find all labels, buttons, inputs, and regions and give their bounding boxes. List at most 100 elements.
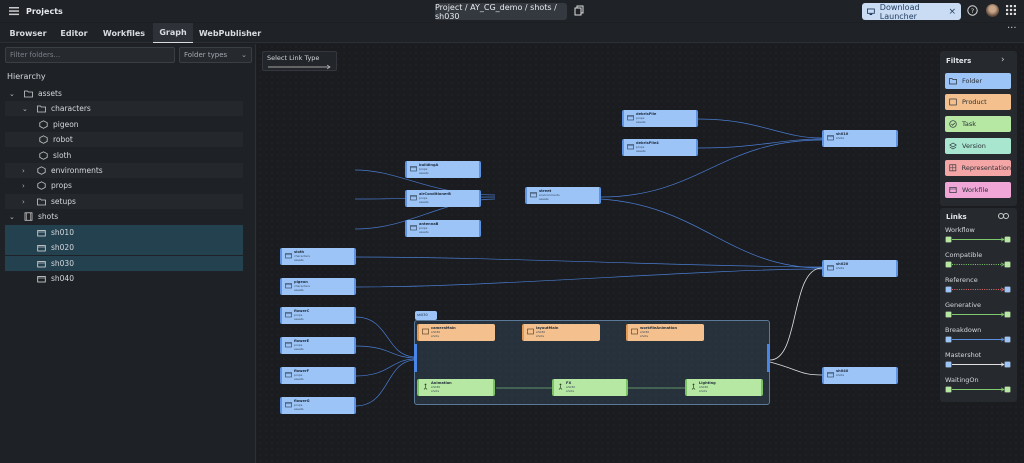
- node-subtitle: characters assets: [294, 284, 310, 292]
- folder-icon: [627, 114, 634, 121]
- node-subtitle: sh030 shots: [699, 385, 709, 393]
- graph-link: [354, 316, 415, 358]
- group-port-left: [414, 344, 417, 372]
- product-icon: [949, 98, 957, 106]
- graph-link: [354, 358, 415, 377]
- mastershot-link: [769, 267, 823, 361]
- graph-node-flowerF[interactable]: flowerF props assets: [280, 367, 356, 384]
- node-subtitle: props assets: [419, 196, 429, 204]
- node-subtitle: props assets: [294, 313, 304, 321]
- link-type-compatible[interactable]: Compatible: [945, 251, 982, 259]
- graph-node-airConditionerB[interactable]: airConditionerB props assets: [405, 190, 481, 207]
- graph-link: [354, 359, 415, 407]
- folder-icon: [285, 282, 292, 289]
- folder-icon: [285, 341, 292, 348]
- representation-icon: [949, 164, 957, 172]
- folder-icon: [285, 401, 292, 408]
- graph-node-flowerE[interactable]: flowerE props assets: [280, 337, 356, 354]
- filter-product[interactable]: Product: [945, 94, 1011, 110]
- node-subtitle: sh030 shots: [640, 330, 650, 338]
- link-sample-line: [945, 336, 1011, 343]
- filter-representation[interactable]: Representation: [945, 160, 1011, 176]
- graph-node-flowerG[interactable]: flowerG props assets: [280, 397, 356, 414]
- graph-node-flowerC[interactable]: flowerC props assets: [280, 307, 356, 324]
- graph-node-street[interactable]: street environments assets: [525, 187, 601, 204]
- node-subtitle: props assets: [636, 145, 646, 153]
- link-sample-line: [945, 261, 1011, 268]
- task-icon: [557, 383, 564, 390]
- node-subtitle: sh030 shots: [431, 385, 441, 393]
- filter-label: Workfile: [962, 186, 989, 194]
- graph-node-sh040[interactable]: sh040 shots: [822, 367, 898, 384]
- version-icon: [949, 142, 957, 150]
- link-sample-line: [945, 361, 1011, 368]
- node-subtitle: props assets: [294, 373, 304, 381]
- node-subtitle: shots: [836, 373, 845, 377]
- link-type-workflow[interactable]: Workflow: [945, 226, 975, 234]
- graph-link: [354, 268, 823, 288]
- link-type-breakdown[interactable]: Breakdown: [945, 326, 981, 334]
- filter-folder[interactable]: Folder: [945, 73, 1011, 89]
- link-sample-line: [945, 386, 1011, 393]
- graph-node-sh010[interactable]: sh010 shots: [822, 130, 898, 147]
- filter-label: Version: [962, 142, 986, 150]
- link-type-reference[interactable]: Reference: [945, 276, 978, 284]
- graph-node-workfileAnimation[interactable]: workfileAnimation sh030 shots: [626, 324, 704, 341]
- filter-version[interactable]: Version: [945, 138, 1011, 154]
- task-icon: [690, 383, 697, 390]
- filter-label: Representation: [961, 164, 1011, 172]
- node-subtitle: sh030 shots: [536, 330, 546, 338]
- node-subtitle: shots: [836, 136, 845, 140]
- node-subtitle: props assets: [636, 116, 646, 124]
- filter-workfile[interactable]: Workfile: [945, 182, 1011, 198]
- graph-node-FX[interactable]: FX sh030 shots: [552, 379, 628, 396]
- filters-title: Filters: [946, 57, 972, 65]
- node-subtitle: sh030 shots: [431, 330, 441, 338]
- product-icon: [631, 328, 638, 335]
- folder-icon: [410, 194, 417, 201]
- graph-node-cameraMain[interactable]: cameraMain sh030 shots: [417, 324, 495, 341]
- task-icon: [422, 383, 429, 390]
- folder-icon: [827, 371, 834, 378]
- graph-link: [697, 118, 823, 139]
- graph-node-Animation[interactable]: Animation sh030 shots: [417, 379, 495, 396]
- graph-node-sloth[interactable]: sloth characters assets: [280, 248, 356, 265]
- chevron-right-icon[interactable]: ›: [1001, 55, 1005, 65]
- graph-node-antennaB[interactable]: antennaB props assets: [405, 220, 481, 237]
- link-type-mastershot[interactable]: Mastershot: [945, 351, 981, 359]
- graph-node-Lighting[interactable]: Lighting sh030 shots: [685, 379, 763, 396]
- folder-icon: [627, 143, 634, 150]
- filter-label: Task: [962, 120, 977, 128]
- graph-node-sh020[interactable]: sh020 shots: [822, 260, 898, 277]
- filter-label: Folder: [962, 77, 983, 85]
- link-type-generative[interactable]: Generative: [945, 301, 981, 309]
- folder-icon: [285, 311, 292, 318]
- link-icon[interactable]: [998, 212, 1009, 220]
- graph-node-debrisPile4[interactable]: debrisPile4 props assets: [622, 139, 698, 156]
- folder-icon: [410, 224, 417, 231]
- graph-link: [354, 256, 823, 268]
- graph-node-layoutMain[interactable]: layoutMain sh030 shots: [522, 324, 600, 341]
- node-subtitle: props assets: [419, 226, 429, 234]
- folder-icon: [410, 165, 417, 172]
- link-sample-line: [945, 286, 1011, 293]
- graph-node-buildingA[interactable]: buildingA props assets: [405, 161, 481, 178]
- product-icon: [527, 328, 534, 335]
- link-sample-line: [945, 236, 1011, 243]
- folder-icon: [949, 77, 957, 85]
- graph-node-pigeon[interactable]: pigeon characters assets: [280, 278, 356, 295]
- mastershot-link: [769, 361, 823, 376]
- node-subtitle: sh030 shots: [566, 385, 576, 393]
- graph-node-debrisPile[interactable]: debrisPile props assets: [622, 110, 698, 127]
- group-port-right: [767, 344, 770, 372]
- node-subtitle: environments assets: [539, 193, 560, 201]
- graph-link: [599, 198, 823, 269]
- filter-task[interactable]: Task: [945, 116, 1011, 132]
- workfile-icon: [949, 186, 957, 194]
- link-type-waitingon[interactable]: WaitingOn: [945, 376, 979, 384]
- node-subtitle: props assets: [294, 403, 304, 411]
- folder-icon: [285, 371, 292, 378]
- folder-icon: [827, 134, 834, 141]
- filter-label: Product: [962, 98, 987, 106]
- node-subtitle: props assets: [294, 343, 304, 351]
